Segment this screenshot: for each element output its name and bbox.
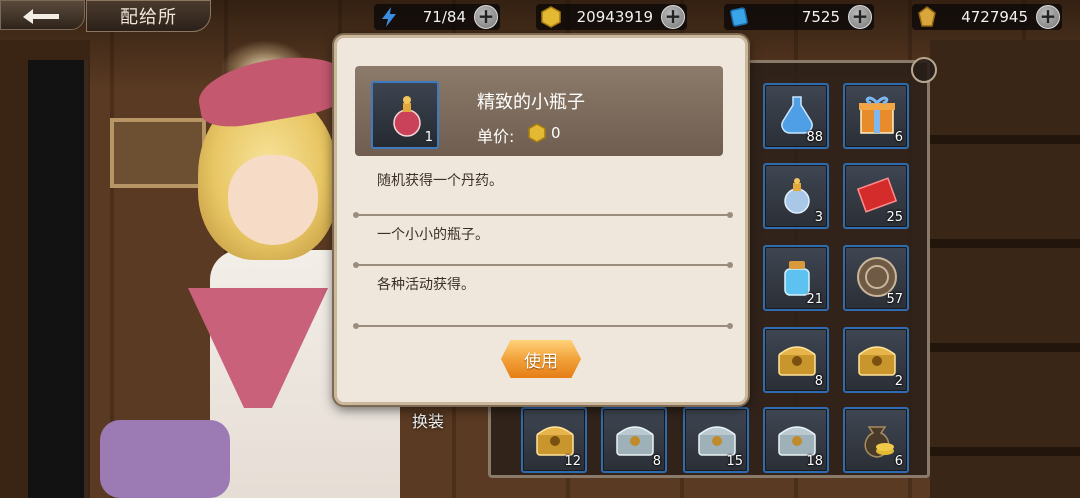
add-diamond-button[interactable]: + xyxy=(848,5,872,29)
resource-gold: 20943919 + xyxy=(536,4,687,30)
gold-chest-icon xyxy=(858,346,896,376)
inventory-slot[interactable]: 57 xyxy=(843,245,909,311)
inventory-slot[interactable]: 88 xyxy=(763,83,829,149)
item-detail-popup: 1 精致的小瓶子 单价: 0 随机获得一个丹药。 一个小小的瓶子。 各种活动获得… xyxy=(334,35,748,405)
back-arrow-icon xyxy=(23,9,59,24)
resource-token: 4727945 + xyxy=(912,4,1062,30)
blue-crystal-icon xyxy=(730,7,748,27)
character-bag xyxy=(100,420,230,498)
inventory-slot[interactable]: 8 xyxy=(763,327,829,393)
gold-coin-icon xyxy=(541,6,561,28)
use-button[interactable]: 使用 xyxy=(501,340,581,378)
divider xyxy=(353,323,733,329)
item-effect-text: 随机获得一个丹药。 xyxy=(377,173,503,189)
item-icon-frame: 1 xyxy=(371,81,439,149)
inventory-slot[interactable]: 15 xyxy=(683,407,749,473)
back-button[interactable] xyxy=(0,0,85,30)
inventory-slot[interactable]: 18 xyxy=(763,407,829,473)
inventory-slot[interactable]: 2 xyxy=(843,327,909,393)
inventory-slot[interactable]: 25 xyxy=(843,163,909,229)
divider xyxy=(353,212,733,218)
item-count: 1 xyxy=(424,130,433,145)
inventory-slot[interactable]: 8 xyxy=(601,407,667,473)
inventory-slot[interactable]: 12 xyxy=(521,407,587,473)
item-name: 精致的小瓶子 xyxy=(477,92,585,113)
gold-chest-icon xyxy=(778,346,816,376)
inventory-slot[interactable]: 21 xyxy=(763,245,829,311)
character-hat xyxy=(193,47,353,133)
dark-door xyxy=(28,60,88,498)
divider xyxy=(353,262,733,268)
small-bottle-icon xyxy=(393,96,421,137)
gold-coin-icon xyxy=(528,123,546,143)
resource-diamond: 7525 + xyxy=(724,4,874,30)
resource-stamina: 71/84 + xyxy=(374,4,500,30)
inventory-slot[interactable]: 6 xyxy=(843,83,909,149)
item-header: 1 精致的小瓶子 单价: 0 xyxy=(355,66,723,156)
coin-bag-icon xyxy=(864,426,894,458)
gift-box-icon xyxy=(859,96,895,134)
inventory-slot[interactable]: 6 xyxy=(843,407,909,473)
page-title: 配给所 xyxy=(86,0,211,32)
gold-value: 20943919 xyxy=(576,8,653,26)
top-bar: 配给所 71/84 + 20943919 + 7525 + 4727945 + xyxy=(0,0,1080,36)
add-token-button[interactable]: + xyxy=(1036,5,1060,29)
swap-outfit-button[interactable]: 换装 xyxy=(412,408,444,432)
character-face xyxy=(228,155,318,245)
lightning-icon xyxy=(382,7,396,27)
small-bottle-icon xyxy=(784,178,810,214)
inventory-slot[interactable]: 3 xyxy=(763,163,829,229)
item-flavor-text: 一个小小的瓶子。 xyxy=(377,227,489,243)
gold-token-icon xyxy=(918,6,936,27)
add-stamina-button[interactable]: + xyxy=(474,5,498,29)
price-value: 0 xyxy=(551,124,561,142)
token-value: 4727945 xyxy=(961,8,1028,26)
silver-chest-icon xyxy=(616,426,654,456)
price-label: 单价: xyxy=(477,127,515,146)
item-source-text: 各种活动获得。 xyxy=(377,277,475,293)
add-gold-button[interactable]: + xyxy=(661,5,685,29)
stamina-value: 71/84 xyxy=(422,8,466,26)
right-shelf xyxy=(930,40,1080,498)
diamond-value: 7525 xyxy=(801,8,840,26)
